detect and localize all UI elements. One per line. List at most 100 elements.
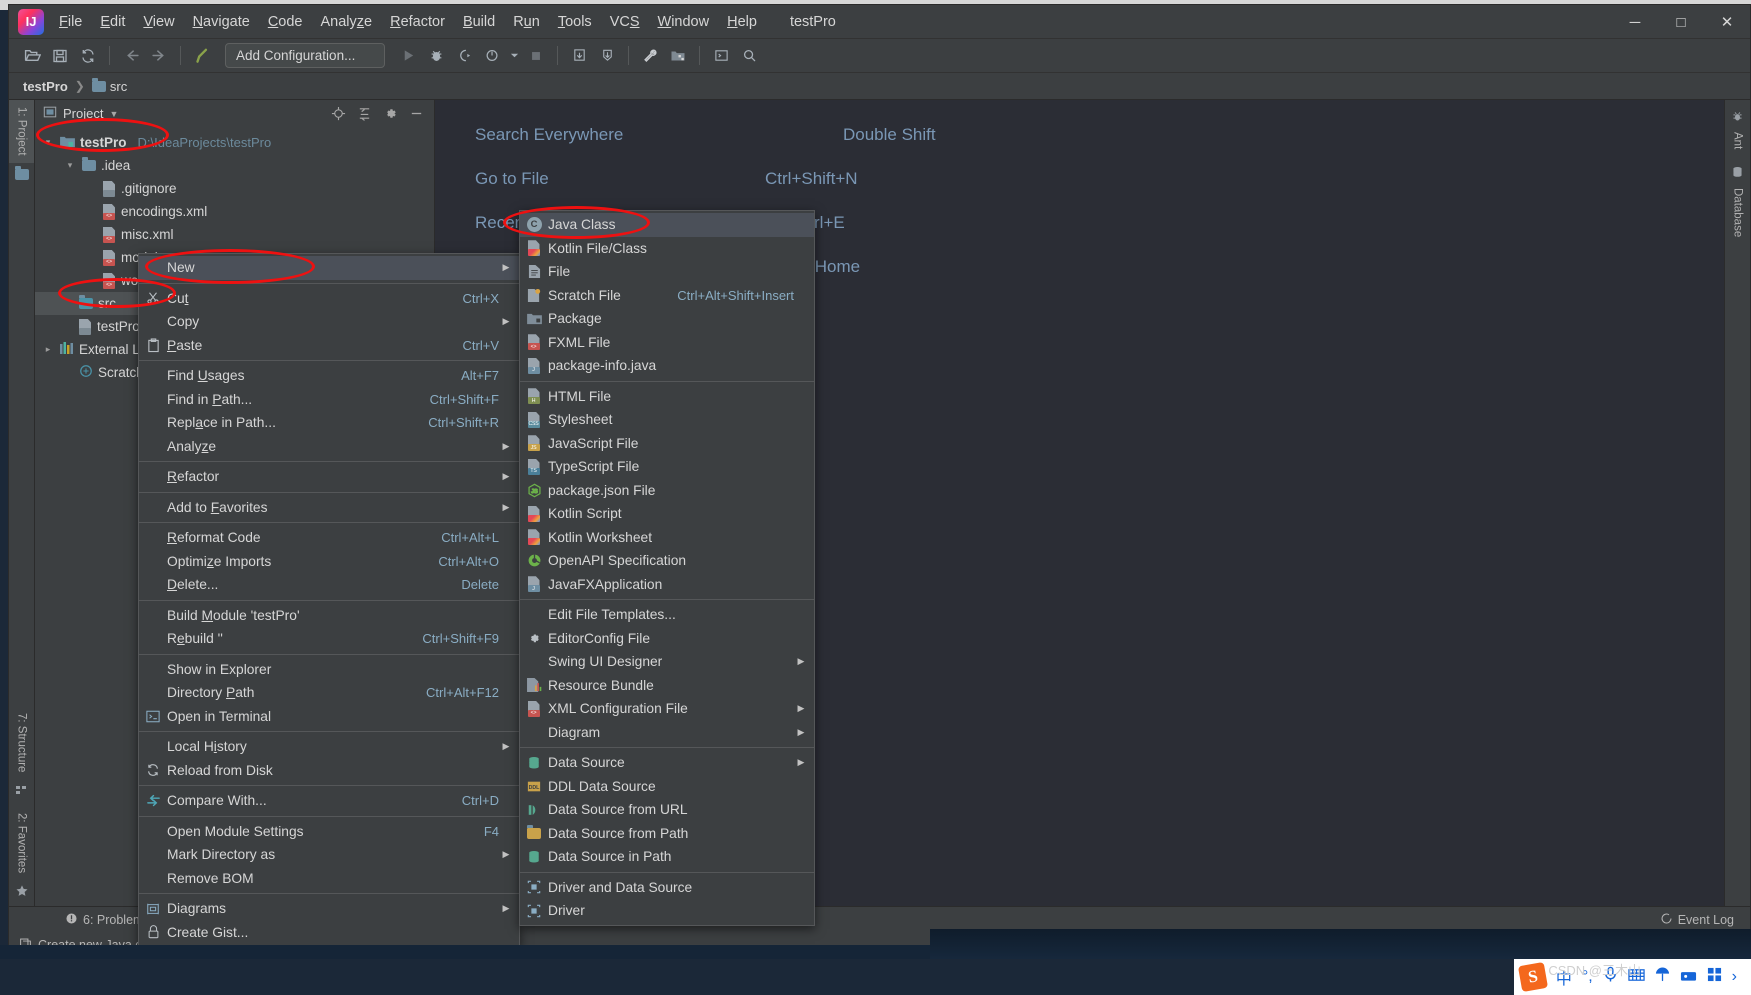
chevron-down-icon[interactable]: ▼ xyxy=(109,109,118,119)
save-all-icon[interactable] xyxy=(47,43,73,69)
sidebar-item-favorites[interactable]: 2: Favorites xyxy=(9,806,34,880)
menu-item[interactable]: Open Module Settings F4 xyxy=(139,820,519,844)
menu-item[interactable]: Reload from Disk xyxy=(139,759,519,783)
terminal-icon[interactable] xyxy=(708,43,734,69)
menu-item[interactable]: Directory Path Ctrl+Alt+F12 xyxy=(139,681,519,705)
menu-file[interactable]: FFileile xyxy=(50,11,91,33)
menu-item[interactable]: Swing UI Designer ▶ xyxy=(520,650,814,674)
expand-arrow-icon[interactable]: ▾ xyxy=(63,160,77,171)
maximize-button[interactable]: □ xyxy=(1658,5,1704,39)
menu-item[interactable]: Data Source in Path xyxy=(520,845,814,869)
breadcrumb-folder[interactable]: src xyxy=(110,79,127,94)
menu-item[interactable]: J package-info.java xyxy=(520,354,814,378)
menu-run[interactable]: Run xyxy=(504,11,549,33)
menu-item[interactable]: Kotlin File/Class xyxy=(520,237,814,261)
expand-arrow-icon[interactable]: ▾ xyxy=(41,137,55,148)
menu-item[interactable]: Diagram ▶ xyxy=(520,721,814,745)
tree-node-misc-xml[interactable]: <> misc.xml xyxy=(35,223,434,246)
menu-item[interactable]: Edit File Templates... xyxy=(520,603,814,627)
menu-item[interactable]: Build Module 'testPro' xyxy=(139,604,519,628)
umbrella-icon[interactable] xyxy=(1655,966,1670,988)
menu-item[interactable]: Find Usages Alt+F7 xyxy=(139,364,519,388)
menu-item[interactable]: Cut Ctrl+X xyxy=(139,287,519,311)
apps-icon[interactable] xyxy=(1707,967,1722,987)
menu-item[interactable]: Mark Directory as ▶ xyxy=(139,843,519,867)
collapse-arrow-icon[interactable]: ▸ xyxy=(41,344,55,355)
menu-tools[interactable]: Tools xyxy=(549,11,601,33)
context-menu[interactable]: New ▶ Cut Ctrl+X Copy ▶ Paste Ctrl+V Fin… xyxy=(138,253,520,947)
stop-icon[interactable] xyxy=(523,43,549,69)
update-project-icon[interactable] xyxy=(566,43,592,69)
menu-refactor[interactable]: Refactor xyxy=(381,11,454,33)
menu-item[interactable]: Replace in Path... Ctrl+Shift+R xyxy=(139,411,519,435)
sogou-icon[interactable]: S xyxy=(1517,961,1548,993)
menu-item[interactable]: Find in Path... Ctrl+Shift+F xyxy=(139,388,519,412)
build-hammer-icon[interactable] xyxy=(189,43,215,69)
menu-item[interactable]: Driver and Data Source xyxy=(520,876,814,900)
menu-item[interactable]: Resource Bundle xyxy=(520,674,814,698)
menu-help[interactable]: Help xyxy=(718,11,766,33)
toolbox-icon[interactable] xyxy=(1680,968,1697,987)
menu-item[interactable]: <> XML Configuration File ▶ xyxy=(520,697,814,721)
tree-node-encodings-xml[interactable]: <> encodings.xml xyxy=(35,200,434,223)
menu-item[interactable]: Copy ▶ xyxy=(139,310,519,334)
menu-item[interactable]: Open in Terminal xyxy=(139,705,519,729)
menu-item[interactable]: Diagrams ▶ xyxy=(139,897,519,921)
menu-item[interactable]: Add to Favorites ▶ xyxy=(139,496,519,520)
menu-item[interactable]: OpenAPI Specification xyxy=(520,549,814,573)
hide-icon[interactable] xyxy=(406,104,426,124)
locate-icon[interactable] xyxy=(328,104,348,124)
more-tray-icon[interactable]: › xyxy=(1732,968,1737,986)
project-structure-icon[interactable] xyxy=(665,43,691,69)
menu-view[interactable]: View xyxy=(134,11,183,33)
profile-icon[interactable] xyxy=(479,43,505,69)
menu-analyze[interactable]: Analyze xyxy=(312,11,382,33)
menu-item[interactable]: Data Source from URL xyxy=(520,798,814,822)
menu-item[interactable]: Local History ▶ xyxy=(139,735,519,759)
menu-item[interactable]: TS TypeScript File xyxy=(520,455,814,479)
menu-item[interactable]: Rebuild '' Ctrl+Shift+F9 xyxy=(139,627,519,651)
menu-item[interactable]: Optimize Imports Ctrl+Alt+O xyxy=(139,550,519,574)
menu-navigate[interactable]: Navigate xyxy=(184,11,259,33)
run-icon[interactable] xyxy=(395,43,421,69)
breadcrumb-project[interactable]: testPro xyxy=(23,79,68,94)
tree-node-idea[interactable]: ▾ .idea xyxy=(35,154,434,177)
menu-item[interactable]: JS package.json File xyxy=(520,479,814,503)
menu-item[interactable]: Scratch File Ctrl+Alt+Shift+Insert xyxy=(520,284,814,308)
menu-item[interactable]: <> FXML File xyxy=(520,331,814,355)
menu-item[interactable]: Delete... Delete xyxy=(139,573,519,597)
open-folder-icon[interactable] xyxy=(19,43,45,69)
sidebar-item-structure[interactable]: 7: Structure xyxy=(9,706,34,779)
menu-code[interactable]: Code xyxy=(259,11,312,33)
menu-edit[interactable]: Edit xyxy=(91,11,134,33)
minimize-button[interactable]: ─ xyxy=(1612,5,1658,39)
menu-item[interactable]: Kotlin Script xyxy=(520,502,814,526)
close-button[interactable]: ✕ xyxy=(1704,5,1750,39)
menu-item[interactable]: Show in Explorer xyxy=(139,658,519,682)
menu-item[interactable]: Refactor ▶ xyxy=(139,465,519,489)
menu-item[interactable]: Remove BOM xyxy=(139,867,519,891)
menu-build[interactable]: Build xyxy=(454,11,504,33)
commit-icon[interactable] xyxy=(594,43,620,69)
settings-wrench-icon[interactable] xyxy=(637,43,663,69)
menu-item[interactable]: Kotlin Worksheet xyxy=(520,526,814,550)
search-everywhere-icon[interactable] xyxy=(736,43,762,69)
sidebar-item-project[interactable]: 1: Project xyxy=(9,100,34,163)
sidebar-item-database[interactable]: Database xyxy=(1725,181,1750,244)
menu-item[interactable]: Data Source ▶ xyxy=(520,751,814,775)
gear-icon[interactable] xyxy=(380,104,400,124)
tree-node-gitignore[interactable]: .gitignore xyxy=(35,177,434,200)
menu-item[interactable]: C Java Class xyxy=(520,213,814,237)
menu-item[interactable]: H HTML File xyxy=(520,385,814,409)
menu-item[interactable]: Analyze ▶ xyxy=(139,435,519,459)
run-with-coverage-icon[interactable] xyxy=(451,43,477,69)
menu-item[interactable]: DDL DDL Data Source xyxy=(520,775,814,799)
menu-bar[interactable]: FFileile Edit View Navigate Code Analyze… xyxy=(50,5,766,39)
sync-icon[interactable] xyxy=(75,43,101,69)
menu-item[interactable]: Data Source from Path xyxy=(520,822,814,846)
menu-item[interactable]: CSS Stylesheet xyxy=(520,408,814,432)
menu-item[interactable]: Create Gist... xyxy=(139,921,519,945)
menu-item[interactable]: EditorConfig File xyxy=(520,627,814,651)
chevron-down-icon[interactable] xyxy=(507,43,521,69)
run-configuration-selector[interactable]: Add Configuration... xyxy=(225,43,385,68)
